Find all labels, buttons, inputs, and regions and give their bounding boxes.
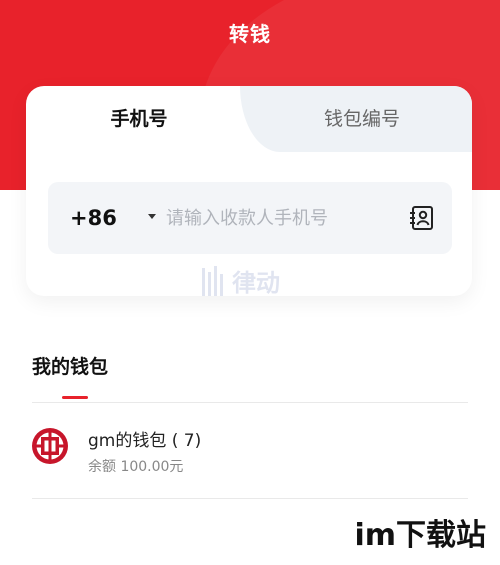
- contacts-book-icon[interactable]: [408, 204, 436, 232]
- my-wallet-title: 我的钱包: [32, 356, 109, 378]
- icbc-bank-icon: [32, 428, 68, 464]
- watermark-text: 律动: [232, 269, 280, 296]
- divider: [32, 402, 468, 403]
- tab-wallet-number[interactable]: 钱包编号: [252, 86, 472, 152]
- corner-watermark-brand: im下载站: [346, 511, 494, 561]
- wallet-balance: 余额 100.00元: [88, 459, 184, 475]
- country-code-selector[interactable]: +86: [70, 182, 117, 254]
- divider: [32, 498, 468, 499]
- wallet-list-item[interactable]: gm的钱包 ( 7) 余额 100.00元: [28, 420, 472, 480]
- watermark-logo: 律动: [202, 266, 280, 296]
- transfer-card: 手机号 钱包编号 +86 律动: [26, 86, 472, 296]
- phone-input-row: +86: [48, 182, 452, 254]
- phone-input[interactable]: [166, 200, 396, 236]
- section-underline: [62, 396, 88, 399]
- caret-down-icon[interactable]: [148, 214, 156, 219]
- tab-bar: 手机号 钱包编号: [26, 86, 472, 152]
- page-title: 转钱: [229, 22, 271, 46]
- tab-phone-number[interactable]: 手机号: [26, 86, 252, 152]
- wallet-name: gm的钱包 ( 7): [88, 431, 202, 451]
